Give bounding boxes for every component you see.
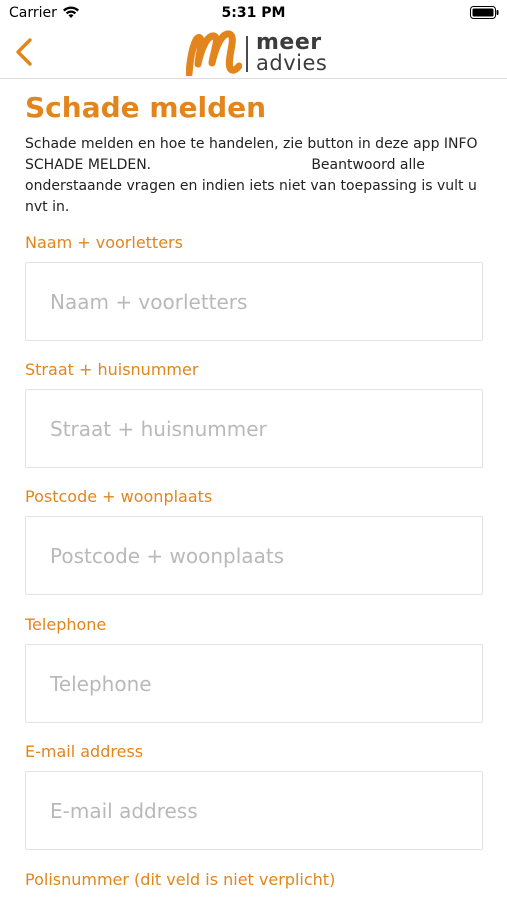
field-telephone: Telephone xyxy=(25,615,483,723)
logo-divider xyxy=(246,36,248,72)
email-input[interactable] xyxy=(25,771,483,850)
straat-input[interactable] xyxy=(25,389,483,468)
postcode-input[interactable] xyxy=(25,516,483,595)
field-straat: Straat + huisnummer xyxy=(25,360,483,468)
naam-input[interactable] xyxy=(25,262,483,341)
field-label: E-mail address xyxy=(25,742,144,761)
page-title: Schade melden xyxy=(25,91,267,124)
telephone-input[interactable] xyxy=(25,644,483,723)
field-label: Telephone xyxy=(25,615,107,634)
status-time: 5:31 PM xyxy=(221,5,286,21)
intro-text: Schade melden en hoe te handelen, zie bu… xyxy=(25,136,483,215)
field-postcode: Postcode + woonplaats xyxy=(25,487,483,595)
navigation-bar: meer advies xyxy=(0,28,507,79)
status-bar: Carrier 5:31 PM xyxy=(0,0,507,28)
field-label: Polisnummer (dit veld is niet verplicht) xyxy=(25,870,336,889)
field-label: Naam + voorletters xyxy=(25,233,183,252)
meer-advies-logo: meer advies xyxy=(186,30,328,76)
field-label: Straat + huisnummer xyxy=(25,360,199,379)
field-polisnummer: Polisnummer (dit veld is niet verplicht) xyxy=(25,870,483,890)
page-content: Schade melden Schade melden en hoe te ha… xyxy=(25,90,483,218)
battery-icon xyxy=(470,6,499,19)
field-label: Postcode + woonplaats xyxy=(25,487,213,506)
logo-m-icon xyxy=(186,30,242,76)
field-email: E-mail address xyxy=(25,742,483,850)
back-button[interactable] xyxy=(10,36,40,68)
chevron-left-icon xyxy=(16,38,32,66)
field-naam: Naam + voorletters xyxy=(25,233,483,341)
logo-text-advies: advies xyxy=(256,51,328,75)
